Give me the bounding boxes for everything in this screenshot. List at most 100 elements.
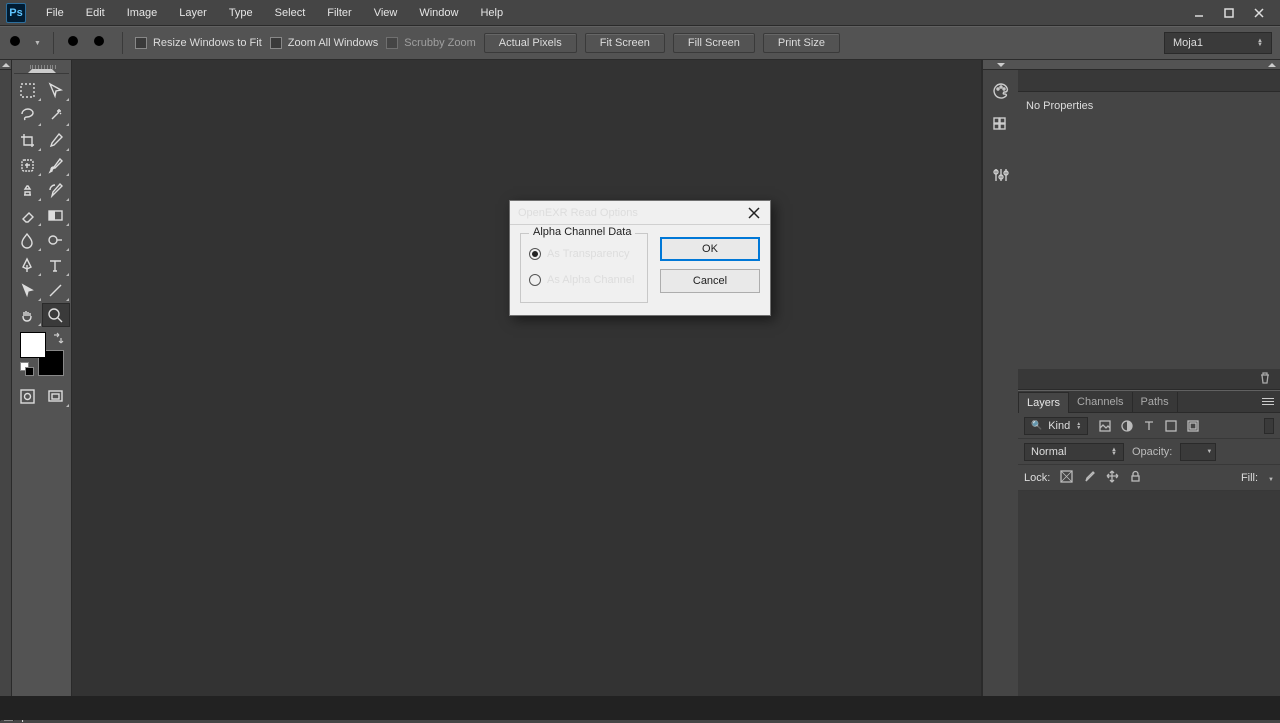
blur-tool[interactable] [14,228,42,252]
eyedropper-tool[interactable] [42,128,70,152]
lock-pixels-icon[interactable] [1083,470,1096,486]
menu-filter[interactable]: Filter [317,3,361,23]
collapse-panels-icon[interactable] [1018,60,1280,70]
menu-edit[interactable]: Edit [76,3,115,23]
expand-left-icon[interactable] [0,60,11,70]
filter-smart-icon[interactable] [1186,419,1200,433]
current-tool-icon[interactable] [8,34,26,52]
path-selection-tool[interactable] [14,278,42,302]
fill-screen-button[interactable]: Fill Screen [673,33,755,53]
zoom-tool[interactable] [42,303,70,327]
tab-layers[interactable]: Layers [1018,392,1069,413]
pen-tool[interactable] [14,253,42,277]
menu-window[interactable]: Window [409,3,468,23]
healing-brush-tool[interactable] [14,153,42,177]
layer-list[interactable] [1018,491,1280,696]
actual-pixels-button[interactable]: Actual Pixels [484,33,577,53]
menu-select[interactable]: Select [265,3,316,23]
magic-wand-tool[interactable] [42,103,70,127]
tab-channels[interactable]: Channels [1069,392,1132,412]
minimize-button[interactable] [1184,3,1214,23]
alpha-channel-group: Alpha Channel Data As Transparency As Al… [520,233,648,303]
filter-adjust-icon[interactable] [1120,419,1134,433]
brush-tool[interactable] [42,153,70,177]
properties-tabs: Charact Paragra Properties Action Histor… [1018,70,1280,92]
resize-windows-checkbox[interactable]: Resize Windows to Fit [135,37,262,49]
close-button[interactable] [1244,3,1274,23]
menu-type[interactable]: Type [219,3,263,23]
maximize-button[interactable] [1214,3,1244,23]
panel-menu-icon[interactable] [1262,394,1278,410]
toolbox-grip[interactable] [14,64,69,74]
crop-tool[interactable] [14,128,42,152]
radio-as-transparency[interactable]: As Transparency [529,248,639,260]
lock-position-icon[interactable] [1106,470,1119,486]
expand-right-icon[interactable] [983,60,1018,70]
hand-tool[interactable] [14,303,42,327]
filter-shape-icon[interactable] [1164,419,1178,433]
menu-file[interactable]: File [36,3,74,23]
filter-type-icon[interactable] [1142,419,1156,433]
gradient-tool[interactable] [42,203,70,227]
window-buttons [1184,3,1274,23]
adjustments-panel-icon[interactable] [988,162,1014,188]
resize-windows-label: Resize Windows to Fit [153,37,262,49]
dialog-title: OpenEXR Read Options [518,207,638,219]
tool-preset-dd-icon[interactable]: ▼ [34,40,41,47]
menu-image[interactable]: Image [117,3,168,23]
dodge-tool[interactable] [42,228,70,252]
line-tool[interactable] [42,278,70,302]
fill-label: Fill: [1241,472,1258,484]
filter-toggle[interactable] [1264,418,1274,434]
os-taskbar[interactable] [0,696,1280,720]
zoom-out-icon[interactable] [92,34,110,52]
type-tool[interactable] [42,253,70,277]
toolbox [12,60,72,720]
clone-stamp-tool[interactable] [14,178,42,202]
fit-screen-button[interactable]: Fit Screen [585,33,665,53]
lock-transparent-icon[interactable] [1060,470,1073,486]
move-tool[interactable] [42,78,70,102]
swap-colors-icon[interactable] [50,332,64,346]
zoom-in-icon[interactable] [66,34,84,52]
ok-button[interactable]: OK [660,237,760,261]
print-size-button[interactable]: Print Size [763,33,840,53]
lasso-tool[interactable] [14,103,42,127]
scrubby-zoom-checkbox[interactable]: Scrubby Zoom [386,37,476,49]
tab-paths[interactable]: Paths [1133,392,1178,412]
color-swatches[interactable] [20,332,64,376]
color-panel-icon[interactable] [988,78,1014,104]
dialog-titlebar[interactable]: OpenEXR Read Options [510,201,770,225]
cancel-button[interactable]: Cancel [660,269,760,293]
fill-dropdown[interactable]: ▼ [1268,472,1274,484]
trash-icon[interactable] [1258,371,1272,388]
canvas-area[interactable] [72,60,982,720]
swatches-panel-icon[interactable] [988,112,1014,138]
dialog-close-icon[interactable] [746,205,762,221]
workspace-selector[interactable]: Moja1 ▲▼ [1164,32,1272,54]
filter-kind-dropdown[interactable]: 🔍 Kind ▲▼ [1024,417,1088,435]
menu-layer[interactable]: Layer [169,3,217,23]
lock-all-icon[interactable] [1129,470,1142,486]
menu-help[interactable]: Help [470,3,513,23]
right-icon-strip [982,60,1018,720]
zoom-all-label: Zoom All Windows [288,37,378,49]
history-brush-tool[interactable] [42,178,70,202]
screen-mode-tool[interactable] [42,384,70,408]
eraser-tool[interactable] [14,203,42,227]
radio-as-alpha-channel-label: As Alpha Channel [547,274,634,286]
blend-mode-value: Normal [1031,446,1066,458]
menu-view[interactable]: View [364,3,408,23]
filter-pixel-icon[interactable] [1098,419,1112,433]
radio-as-alpha-channel[interactable]: As Alpha Channel [529,274,639,286]
blend-mode-dropdown[interactable]: Normal ▲▼ [1024,443,1124,461]
default-colors-icon[interactable] [20,362,34,376]
radio-as-transparency-label: As Transparency [547,248,630,260]
opacity-dropdown[interactable]: ▼ [1180,443,1216,461]
chevron-updown-icon: ▲▼ [1257,39,1263,47]
quick-mask-tool[interactable] [14,384,42,408]
marquee-tool[interactable] [14,78,42,102]
zoom-all-checkbox[interactable]: Zoom All Windows [270,37,378,49]
layers-tabs: Layers Channels Paths [1018,391,1280,413]
foreground-color[interactable] [20,332,46,358]
